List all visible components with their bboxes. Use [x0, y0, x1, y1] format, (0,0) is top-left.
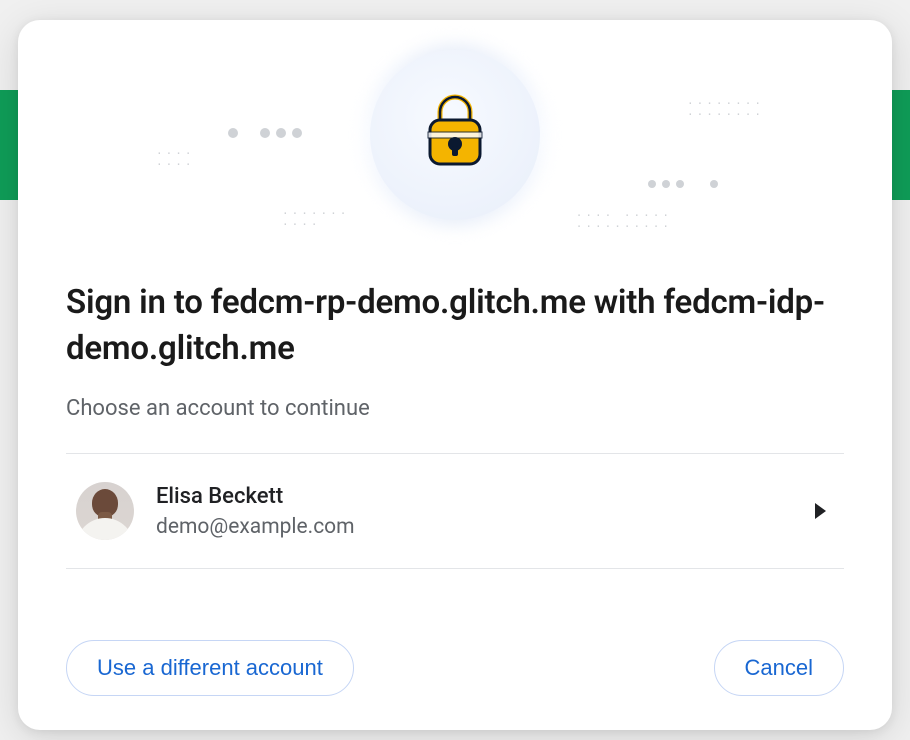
signin-dialog: ················ ········ ···· ·········… — [18, 20, 892, 730]
account-info: Elisa Beckett demo@example.com — [156, 484, 793, 539]
lock-icon — [420, 90, 490, 180]
dialog-subtitle: Choose an account to continue — [66, 396, 844, 421]
hero-blob — [370, 50, 540, 220]
use-different-account-button[interactable]: Use a different account — [66, 640, 354, 696]
deco-dashes: ······· ···· — [282, 208, 349, 230]
chevron-right-icon — [815, 503, 826, 519]
account-row[interactable]: Elisa Beckett demo@example.com — [66, 454, 844, 569]
deco-dashes: ···· ··············· — [576, 210, 672, 232]
dialog-footer: Use a different account Cancel — [66, 594, 844, 696]
deco-dashes: ················ — [687, 98, 764, 120]
dialog-title: Sign in to fedcm-rp-demo.glitch.me with … — [66, 280, 844, 372]
account-email: demo@example.com — [156, 515, 793, 539]
cancel-button[interactable]: Cancel — [714, 640, 844, 696]
hero-illustration: ················ ········ ···· ·········… — [66, 20, 844, 250]
deco-dots — [648, 180, 684, 188]
account-name: Elisa Beckett — [156, 484, 793, 509]
deco-dots — [228, 128, 238, 138]
deco-dashes: ········ — [156, 148, 195, 170]
deco-dots — [710, 180, 718, 188]
deco-dots — [260, 128, 302, 138]
avatar — [76, 482, 134, 540]
